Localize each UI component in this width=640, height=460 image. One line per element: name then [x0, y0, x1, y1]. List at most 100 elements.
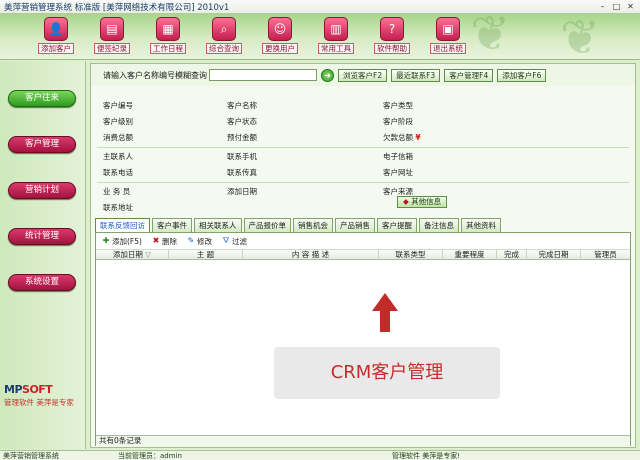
add-customer-button[interactable]: 添加客户F6 — [497, 68, 547, 82]
tab-quotation[interactable]: 产品报价单 — [243, 218, 291, 232]
customer-info: 客户编号 客户名称 客户类型 客户级别 客户状态 客户阶段 消费总额 预付金额 … — [91, 88, 635, 216]
delete-icon: ✖ — [152, 236, 160, 245]
sidebar-item-customer-contact[interactable]: 客户往来 — [8, 90, 76, 107]
main-panel: 请输入客户名称编号模糊查询 ➜ 浏览客户F2 最近联系F3 客户管理F4 添加客… — [90, 63, 636, 448]
filter-button[interactable]: ⛛ 过滤 — [222, 236, 247, 247]
tab-contact-feedback[interactable]: 联系反馈回访 — [95, 218, 150, 232]
field-label: 业 务 员 — [103, 187, 131, 196]
tab-customer-reminder[interactable]: 客户提醒 — [377, 218, 417, 232]
sort-icon: ▽ — [145, 250, 152, 259]
field-label: 客户状态 — [227, 117, 257, 126]
record-count: 共有0条记录 — [96, 435, 630, 446]
minimize-button[interactable]: – — [597, 2, 608, 12]
more-info-button[interactable]: ◆ 其他信息 — [397, 196, 448, 208]
toolbar-button-exit[interactable]: ▣ 退出系统 — [420, 14, 476, 58]
column-header-contact-type[interactable]: 联系类型 — [378, 250, 442, 260]
column-header-date[interactable]: 添加日期 ▽ — [96, 250, 168, 260]
tab-related-contacts[interactable]: 相关联系人 — [194, 218, 242, 232]
search-input[interactable] — [209, 69, 317, 81]
tab-customer-events[interactable]: 客户事件 — [152, 218, 192, 232]
leaf-decoration: ❦ — [560, 14, 601, 60]
record-actions: ✚ 添加(F5) ✖ 删除 ✎ 修改 ⛛ 过滤 — [102, 235, 247, 247]
sidebar-item-customer-management[interactable]: 客户管理 — [8, 136, 76, 153]
maximize-button[interactable]: □ — [611, 2, 622, 12]
field-label: 客户级别 — [103, 117, 133, 126]
status-bar: 美萍营销管理系统 当前管理员：admin 管理软件 美萍是专家! — [0, 450, 640, 460]
recent-contact-button[interactable]: 最近联系F3 — [391, 68, 441, 82]
window-controls: – □ ✕ — [597, 2, 636, 12]
field-label: 欠款总额 ¥ — [383, 132, 421, 144]
tab-product-sales[interactable]: 产品销售 — [335, 218, 375, 232]
toolbar-button-label: 添加客户 — [38, 43, 74, 54]
divider — [97, 147, 629, 148]
search-label: 请输入客户名称编号模糊查询 — [103, 70, 207, 80]
notes-icon: ▤ — [100, 17, 124, 41]
logo-suffix: SOFT — [22, 383, 53, 396]
status-current-user: 当前管理员：admin — [118, 451, 182, 460]
filter-icon: ⛛ — [222, 236, 230, 245]
toolbar-button-add-customer[interactable]: 👤 添加客户 — [28, 14, 84, 58]
toolbar-button-switch-user[interactable]: ☺ 更换用户 — [252, 14, 308, 58]
add-icon: ✚ — [102, 236, 110, 245]
field-label: 客户阶段 — [383, 117, 413, 126]
company-logo: MPSOFT 管理软件 美萍是专家 — [4, 383, 74, 408]
more-info-icon: ◆ — [403, 197, 409, 206]
filter-label: 过滤 — [231, 236, 247, 246]
column-header-done-date[interactable]: 完成日期 — [526, 250, 580, 260]
sidebar-item-marketing-plan[interactable]: 营销计划 — [8, 182, 76, 199]
sidebar: 客户往来 客户管理 营销计划 统计管理 系统设置 MPSOFT 管理软件 美萍是… — [0, 61, 86, 449]
column-header-description[interactable]: 内 容 描 述 — [242, 250, 378, 260]
column-header-importance[interactable]: 重要程度 — [442, 250, 496, 260]
help-icon: ? — [380, 17, 404, 41]
arrears-mark: ¥ — [415, 133, 421, 142]
toolbar-button-label: 便签纪录 — [94, 43, 130, 54]
field-label: 添加日期 — [227, 187, 257, 196]
main-toolbar: ❦ ❦ 👤 添加客户 ▤ 便签纪录 ▦ 工作日程 ⌕ 综合查询 ☺ 更换用户 ▥… — [0, 14, 640, 60]
toolbar-button-label: 工作日程 — [150, 43, 186, 54]
add-record-button[interactable]: ✚ 添加(F5) — [102, 236, 142, 247]
toolbar-button-help[interactable]: ? 软件帮助 — [364, 14, 420, 58]
toolbar-button-notes[interactable]: ▤ 便签纪录 — [84, 14, 140, 58]
field-label: 客户编号 — [103, 101, 133, 110]
customer-management-button[interactable]: 客户管理F4 — [444, 68, 494, 82]
column-header-subject[interactable]: 主 题 — [168, 250, 242, 260]
toolbar-button-label: 常用工具 — [318, 43, 354, 54]
add-customer-icon: 👤 — [44, 17, 68, 41]
field-label: 主联系人 — [103, 152, 133, 161]
field-label: 消费总额 — [103, 133, 133, 142]
field-label: 客户网址 — [383, 168, 413, 177]
add-record-label: 添加(F5) — [112, 236, 142, 246]
crm-caption: CRM客户管理 — [274, 347, 500, 399]
sidebar-item-settings[interactable]: 系统设置 — [8, 274, 76, 291]
search-go-button[interactable]: ➜ — [321, 68, 334, 82]
toolbar-button-query[interactable]: ⌕ 综合查询 — [196, 14, 252, 58]
toolbar-button-label: 综合查询 — [206, 43, 242, 54]
sidebar-item-statistics[interactable]: 统计管理 — [8, 228, 76, 245]
tab-sales-opportunity[interactable]: 销售机会 — [293, 218, 333, 232]
tab-remarks[interactable]: 备注信息 — [419, 218, 459, 232]
delete-record-label: 删除 — [161, 236, 177, 246]
tools-icon: ▥ — [324, 17, 348, 41]
field-label: 预付金额 — [227, 133, 257, 142]
field-label: 联系手机 — [227, 152, 257, 161]
field-label-text: 欠款总额 — [383, 133, 413, 142]
delete-record-button[interactable]: ✖ 删除 — [152, 236, 177, 247]
edit-record-label: 修改 — [196, 236, 212, 246]
more-info-label: 其他信息 — [411, 197, 442, 206]
column-title: 添加日期 — [112, 250, 143, 259]
logo-prefix: MP — [4, 383, 23, 396]
tab-other-data[interactable]: 其他资料 — [461, 218, 501, 232]
column-header-admin[interactable]: 管理员 — [580, 250, 630, 260]
field-label: 客户名称 — [227, 101, 257, 110]
exit-icon: ▣ — [436, 17, 460, 41]
field-label: 联系传真 — [227, 168, 257, 177]
table-header: 添加日期 ▽ 主 题 内 容 描 述 联系类型 重要程度 完成 完成日期 管理员 — [96, 249, 630, 260]
close-button[interactable]: ✕ — [625, 2, 636, 12]
status-slogan: 管理软件 美萍是专家! — [392, 451, 461, 460]
browse-customers-button[interactable]: 浏览客户F2 — [338, 68, 388, 82]
window-title: 美萍营销管理系统 标准版 [美萍网络技术有限公司] 2010v1 — [4, 2, 230, 13]
column-header-done[interactable]: 完成 — [496, 250, 526, 260]
edit-record-button[interactable]: ✎ 修改 — [187, 236, 212, 247]
toolbar-button-schedule[interactable]: ▦ 工作日程 — [140, 14, 196, 58]
toolbar-button-tools[interactable]: ▥ 常用工具 — [308, 14, 364, 58]
